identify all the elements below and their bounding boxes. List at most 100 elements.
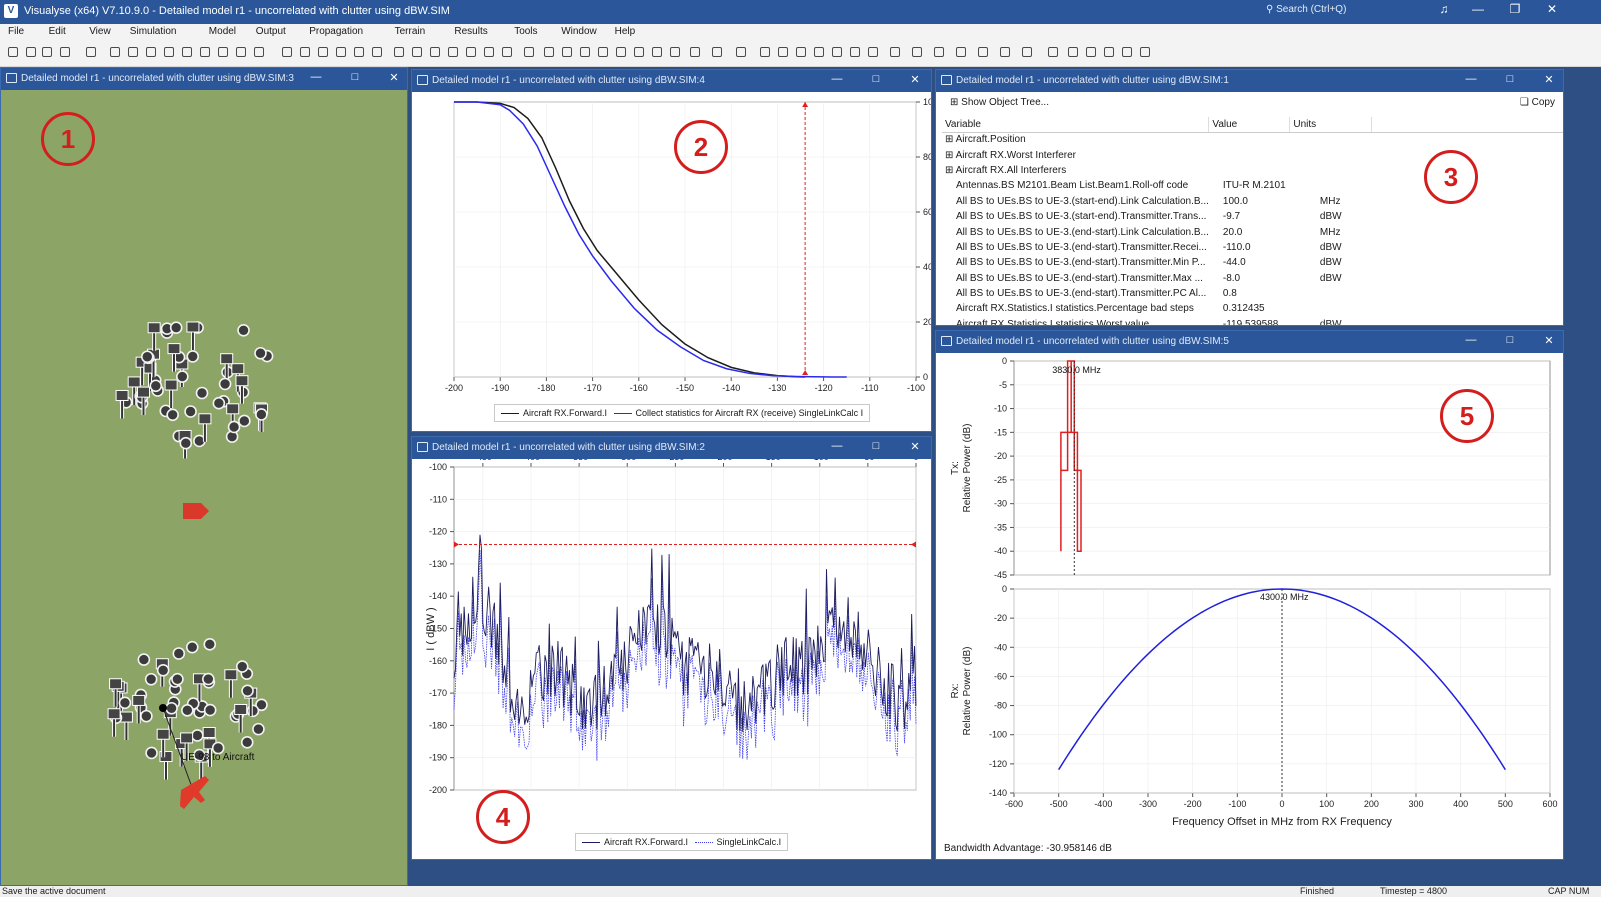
toolbar-button-icon[interactable] [712, 47, 722, 57]
toolbar-button-icon[interactable] [430, 47, 440, 57]
expand-icon[interactable]: ⊞ [945, 150, 956, 161]
table-row[interactable]: All BS to UEs.BS to UE-3.(end-start).Tra… [942, 286, 1563, 301]
variables-window-titlebar[interactable]: Detailed model r1 - uncorrelated with cl… [936, 70, 1563, 92]
toolbar-button-icon[interactable] [912, 47, 922, 57]
toolbar-button-icon[interactable] [300, 47, 310, 57]
minimize-icon[interactable]: — [307, 71, 325, 83]
toolbar-button-icon[interactable] [60, 47, 70, 57]
toolbar-button-icon[interactable] [318, 47, 328, 57]
bell-icon[interactable]: ♫ [1434, 2, 1454, 16]
toolbar-button-icon[interactable] [336, 47, 346, 57]
copy-button[interactable]: ❏ Copy [1520, 97, 1555, 108]
toolbar-button-icon[interactable] [1022, 47, 1032, 57]
table-row[interactable]: All BS to UEs.BS to UE-3.(end-start).Tra… [942, 240, 1563, 255]
toolbar-button-icon[interactable] [760, 47, 770, 57]
menu-output[interactable]: Output [256, 26, 286, 37]
toolbar-button-icon[interactable] [814, 47, 824, 57]
show-object-tree-button[interactable]: ⊞ Show Object Tree... [950, 97, 1049, 108]
toolbar-button-icon[interactable] [616, 47, 626, 57]
toolbar-button-icon[interactable] [1000, 47, 1010, 57]
toolbar-button-icon[interactable] [484, 47, 494, 57]
menu-propagation[interactable]: Propagation [309, 26, 363, 37]
toolbar-button-icon[interactable] [466, 47, 476, 57]
menu-model[interactable]: Model [209, 26, 236, 37]
toolbar-button-icon[interactable] [736, 47, 746, 57]
toolbar-button-icon[interactable] [110, 47, 120, 57]
toolbar-button-icon[interactable] [652, 47, 662, 57]
toolbar-button-icon[interactable] [502, 47, 512, 57]
toolbar-button-icon[interactable] [670, 47, 680, 57]
expand-icon[interactable]: ⊞ [945, 165, 956, 176]
col-variable[interactable]: Variable [942, 117, 1210, 133]
menu-simulation[interactable]: Simulation [130, 26, 177, 37]
minimize-icon[interactable]: — [1462, 73, 1480, 85]
menu-results[interactable]: Results [454, 26, 487, 37]
toolbar-button-icon[interactable] [164, 47, 174, 57]
search-box[interactable]: ⚲ Search (Ctrl+Q) [1266, 4, 1346, 15]
expand-icon[interactable]: ⊞ [945, 134, 956, 145]
toolbar-button-icon[interactable] [146, 47, 156, 57]
toolbar-button-icon[interactable] [1086, 47, 1096, 57]
toolbar-button-icon[interactable] [690, 47, 700, 57]
toolbar-button-icon[interactable] [778, 47, 788, 57]
toolbar-button-icon[interactable] [1068, 47, 1078, 57]
toolbar-button-icon[interactable] [1140, 47, 1150, 57]
toolbar-button-icon[interactable] [544, 47, 554, 57]
toolbar-button-icon[interactable] [598, 47, 608, 57]
toolbar-button-icon[interactable] [796, 47, 806, 57]
toolbar-button-icon[interactable] [956, 47, 966, 57]
table-row[interactable]: All BS to UEs.BS to UE-3.(end-start).Lin… [942, 224, 1563, 239]
toolbar-button-icon[interactable] [868, 47, 878, 57]
spectrum-window-titlebar[interactable]: Detailed model r1 - uncorrelated with cl… [936, 331, 1563, 353]
col-value[interactable]: Value [1208, 117, 1291, 133]
time-window-titlebar[interactable]: Detailed model r1 - uncorrelated with cl… [412, 437, 931, 459]
toolbar-button-icon[interactable] [1122, 47, 1132, 57]
menu-tools[interactable]: Tools [514, 26, 537, 37]
toolbar-button-icon[interactable] [372, 47, 382, 57]
toolbar-button-icon[interactable] [978, 47, 988, 57]
restore-icon[interactable]: ❐ [1505, 2, 1525, 16]
toolbar-button-icon[interactable] [934, 47, 944, 57]
toolbar-button-icon[interactable] [254, 47, 264, 57]
close-icon[interactable]: ✕ [906, 440, 924, 453]
table-row[interactable]: All BS to UEs.BS to UE-3.(start-end).Tra… [942, 209, 1563, 224]
cdf-chart[interactable]: -200 -190 -180 -170 -160 -150 -140 -130 -120 -110… [412, 92, 932, 432]
toolbar-button-icon[interactable] [86, 47, 96, 57]
minimize-icon[interactable]: — [1468, 2, 1488, 16]
col-units[interactable]: Units [1289, 117, 1373, 133]
toolbar-button-icon[interactable] [634, 47, 644, 57]
close-icon[interactable]: ✕ [906, 73, 924, 86]
toolbar-button-icon[interactable] [218, 47, 228, 57]
toolbar-button-icon[interactable] [890, 47, 900, 57]
menu-view[interactable]: View [89, 26, 111, 37]
toolbar-button-icon[interactable] [128, 47, 138, 57]
table-row[interactable]: Aircraft RX.Statistics.I statistics.Wors… [942, 317, 1563, 325]
menu-help[interactable]: Help [615, 26, 636, 37]
minimize-icon[interactable]: — [1462, 334, 1480, 346]
maximize-icon[interactable]: □ [867, 440, 885, 452]
menu-file[interactable]: File [8, 26, 24, 37]
minimize-icon[interactable]: — [828, 440, 846, 452]
close-icon[interactable]: ✕ [385, 71, 403, 84]
toolbar-button-icon[interactable] [182, 47, 192, 57]
toolbar-button-icon[interactable] [236, 47, 246, 57]
maximize-icon[interactable]: □ [867, 73, 885, 85]
toolbar-button-icon[interactable] [562, 47, 572, 57]
menu-window[interactable]: Window [561, 26, 597, 37]
maximize-icon[interactable]: □ [346, 71, 364, 83]
map-window-titlebar[interactable]: Detailed model r1 - uncorrelated with cl… [1, 68, 407, 90]
menu-edit[interactable]: Edit [49, 26, 66, 37]
close-icon[interactable]: ✕ [1540, 334, 1558, 347]
maximize-icon[interactable]: □ [1501, 334, 1519, 346]
toolbar-button-icon[interactable] [394, 47, 404, 57]
toolbar-button-icon[interactable] [282, 47, 292, 57]
toolbar-button-icon[interactable] [26, 47, 36, 57]
close-icon[interactable]: ✕ [1540, 73, 1558, 86]
toolbar-button-icon[interactable] [412, 47, 422, 57]
table-row[interactable]: All BS to UEs.BS to UE-3.(end-start).Tra… [942, 271, 1563, 286]
table-row[interactable]: ⊞ Aircraft.Position [942, 132, 1563, 147]
map-canvas[interactable]: UE-98 to Aircraft [1, 90, 408, 886]
toolbar-button-icon[interactable] [354, 47, 364, 57]
toolbar-button-icon[interactable] [580, 47, 590, 57]
toolbar-button-icon[interactable] [200, 47, 210, 57]
